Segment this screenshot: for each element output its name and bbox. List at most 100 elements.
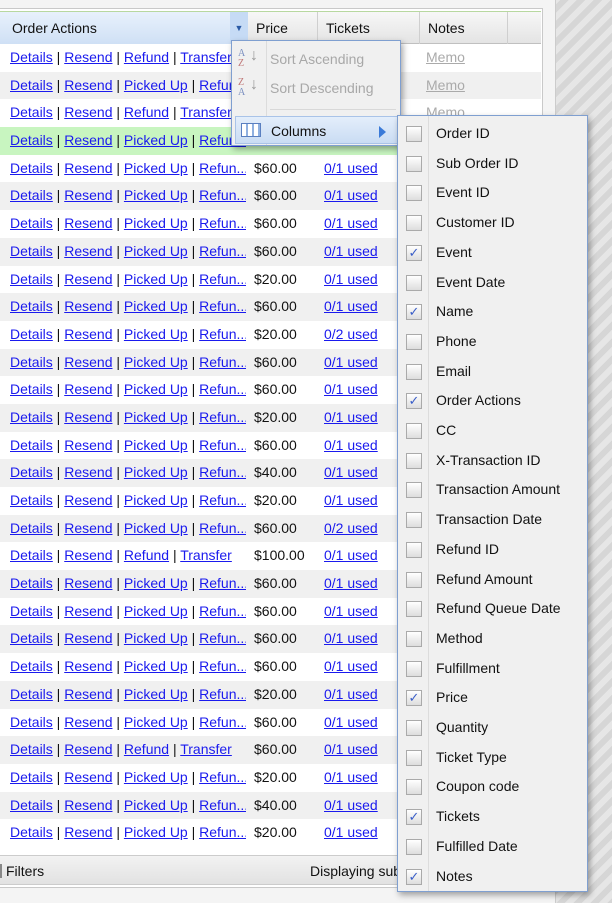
details-link[interactable]: Details bbox=[10, 824, 53, 840]
checkbox[interactable] bbox=[406, 571, 422, 588]
refun-trunc-link[interactable]: Refun... bbox=[199, 686, 246, 702]
resend-link[interactable]: Resend bbox=[64, 77, 112, 93]
checkbox[interactable] bbox=[406, 630, 422, 647]
details-link[interactable]: Details bbox=[10, 630, 53, 646]
checkbox[interactable]: ✓ bbox=[406, 244, 422, 261]
column-toggle-item[interactable]: Method bbox=[398, 624, 587, 653]
resend-link[interactable]: Resend bbox=[64, 769, 112, 785]
refun-trunc-link[interactable]: Refun... bbox=[199, 714, 246, 730]
checkbox[interactable] bbox=[406, 482, 422, 499]
checkbox[interactable] bbox=[406, 423, 422, 439]
refun-trunc-link[interactable]: Refun... bbox=[199, 409, 246, 425]
column-toggle-item[interactable]: Fulfillment bbox=[398, 654, 587, 683]
column-toggle-item[interactable]: CC bbox=[398, 416, 587, 445]
details-link[interactable]: Details bbox=[10, 520, 53, 536]
checkbox[interactable]: ✓ bbox=[406, 393, 422, 410]
details-link[interactable]: Details bbox=[10, 769, 53, 785]
tickets-link[interactable]: 0/1 used bbox=[324, 542, 378, 570]
resend-link[interactable]: Resend bbox=[64, 187, 112, 203]
refun-trunc-link[interactable]: Refun... bbox=[199, 243, 246, 259]
refun-trunc-link[interactable]: Refun... bbox=[199, 658, 246, 674]
tickets-link[interactable]: 0/1 used bbox=[324, 570, 378, 598]
column-toggle-item[interactable]: ✓ Price bbox=[398, 683, 587, 712]
picked-up-link[interactable]: Picked Up bbox=[124, 298, 188, 314]
checkbox[interactable] bbox=[406, 779, 422, 796]
sort-descending-item[interactable]: ZA ↓ Sort Descending bbox=[232, 74, 400, 102]
checkbox[interactable] bbox=[406, 274, 422, 291]
checkbox[interactable] bbox=[406, 720, 422, 736]
resend-link[interactable]: Resend bbox=[64, 464, 112, 480]
details-link[interactable]: Details bbox=[10, 49, 53, 65]
tickets-link[interactable]: 0/1 used bbox=[324, 736, 378, 764]
details-link[interactable]: Details bbox=[10, 243, 53, 259]
tickets-link[interactable]: 0/1 used bbox=[324, 459, 378, 487]
resend-link[interactable]: Resend bbox=[64, 520, 112, 536]
tickets-link[interactable]: 0/1 used bbox=[324, 681, 378, 709]
resend-link[interactable]: Resend bbox=[64, 271, 112, 287]
tickets-link[interactable]: 0/1 used bbox=[324, 709, 378, 737]
checkbox[interactable] bbox=[406, 126, 422, 142]
picked-up-link[interactable]: Picked Up bbox=[124, 326, 188, 342]
checkbox[interactable] bbox=[406, 185, 422, 202]
details-link[interactable]: Details bbox=[10, 575, 53, 591]
refun-trunc-link[interactable]: Refun... bbox=[199, 769, 246, 785]
picked-up-link[interactable]: Picked Up bbox=[124, 215, 188, 231]
refun-trunc-link[interactable]: Refun... bbox=[199, 437, 246, 453]
details-link[interactable]: Details bbox=[10, 686, 53, 702]
resend-link[interactable]: Resend bbox=[64, 658, 112, 674]
tickets-link[interactable]: 0/1 used bbox=[324, 764, 378, 792]
column-toggle-item[interactable]: Fulfilled Date bbox=[398, 832, 587, 861]
resend-link[interactable]: Resend bbox=[64, 354, 112, 370]
resend-link[interactable]: Resend bbox=[64, 132, 112, 148]
picked-up-link[interactable]: Picked Up bbox=[124, 575, 188, 591]
refund-link[interactable]: Refund bbox=[124, 741, 169, 757]
checkbox[interactable] bbox=[406, 660, 422, 677]
details-link[interactable]: Details bbox=[10, 658, 53, 674]
tickets-link[interactable]: 0/1 used bbox=[324, 182, 378, 210]
resend-link[interactable]: Resend bbox=[64, 49, 112, 65]
tickets-link[interactable]: 0/1 used bbox=[324, 487, 378, 515]
refun-trunc-link[interactable]: Refun... bbox=[199, 603, 246, 619]
column-toggle-item[interactable]: Quantity bbox=[398, 713, 587, 742]
picked-up-link[interactable]: Picked Up bbox=[124, 603, 188, 619]
resend-link[interactable]: Resend bbox=[64, 575, 112, 591]
refun-trunc-link[interactable]: Refun... bbox=[199, 215, 246, 231]
column-toggle-item[interactable]: Phone bbox=[398, 327, 587, 356]
columns-menu-item[interactable]: Columns bbox=[235, 116, 399, 144]
checkbox[interactable] bbox=[406, 452, 422, 469]
tickets-link[interactable]: 0/2 used bbox=[324, 321, 378, 349]
column-toggle-item[interactable]: ✓ Event bbox=[398, 238, 587, 267]
details-link[interactable]: Details bbox=[10, 714, 53, 730]
refun-trunc-link[interactable]: Refun... bbox=[199, 187, 246, 203]
column-toggle-item[interactable]: ✓ Order Actions bbox=[398, 386, 587, 415]
picked-up-link[interactable]: Picked Up bbox=[124, 354, 188, 370]
resend-link[interactable]: Resend bbox=[64, 797, 112, 813]
details-link[interactable]: Details bbox=[10, 215, 53, 231]
checkbox[interactable] bbox=[406, 333, 422, 350]
tickets-link[interactable]: 0/1 used bbox=[324, 792, 378, 820]
details-link[interactable]: Details bbox=[10, 741, 53, 757]
memo-link[interactable]: Memo bbox=[426, 44, 465, 72]
column-header-order-actions[interactable]: Order Actions bbox=[0, 12, 248, 44]
tickets-link[interactable]: 0/1 used bbox=[324, 432, 378, 460]
refun-trunc-link[interactable]: Refun... bbox=[199, 271, 246, 287]
picked-up-link[interactable]: Picked Up bbox=[124, 160, 188, 176]
checkbox[interactable]: ✓ bbox=[406, 868, 422, 885]
column-toggle-item[interactable]: Order ID bbox=[398, 119, 587, 148]
picked-up-link[interactable]: Picked Up bbox=[124, 243, 188, 259]
column-toggle-item[interactable]: Transaction Amount bbox=[398, 475, 587, 504]
resend-link[interactable]: Resend bbox=[64, 630, 112, 646]
column-toggle-item[interactable]: Event ID bbox=[398, 178, 587, 207]
resend-link[interactable]: Resend bbox=[64, 824, 112, 840]
picked-up-link[interactable]: Picked Up bbox=[124, 187, 188, 203]
column-toggle-item[interactable]: ✓ Notes bbox=[398, 862, 587, 891]
picked-up-link[interactable]: Picked Up bbox=[124, 769, 188, 785]
checkbox[interactable] bbox=[406, 541, 422, 558]
resend-link[interactable]: Resend bbox=[64, 326, 112, 342]
resend-link[interactable]: Resend bbox=[64, 243, 112, 259]
refun-trunc-link[interactable]: Refun... bbox=[199, 575, 246, 591]
picked-up-link[interactable]: Picked Up bbox=[124, 381, 188, 397]
column-toggle-item[interactable]: Event Date bbox=[398, 268, 587, 297]
resend-link[interactable]: Resend bbox=[64, 215, 112, 231]
transfer-link[interactable]: Transfer bbox=[180, 49, 232, 65]
